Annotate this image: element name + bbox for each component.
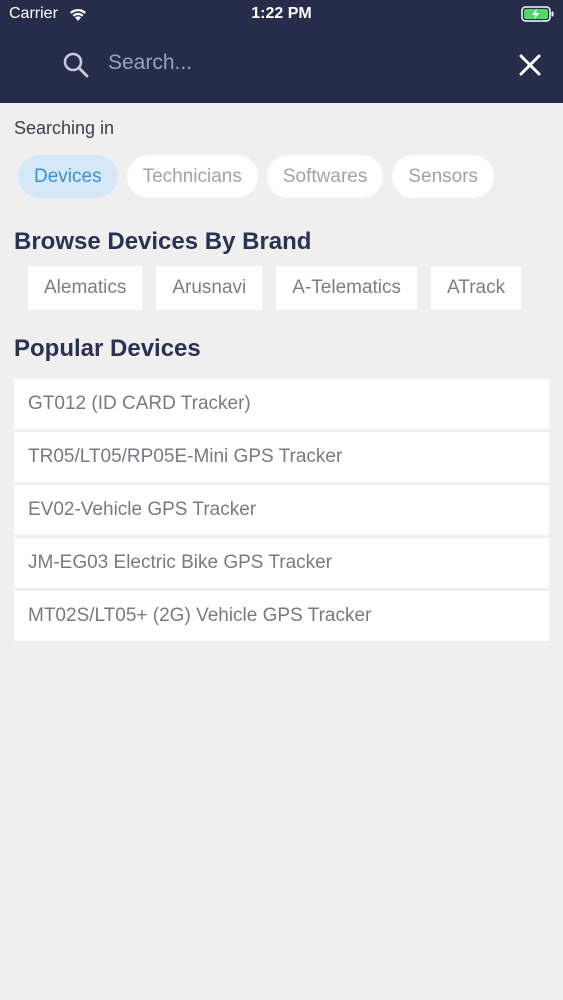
top-header: Carrier 1:22 PM — [0, 0, 563, 103]
brand-item-atrack[interactable]: ATrack — [431, 266, 522, 310]
searching-in-label: Searching in — [14, 118, 115, 138]
close-icon[interactable] — [518, 53, 542, 77]
brand-item-a-telematics[interactable]: A-Telematics — [276, 266, 418, 310]
search-scope-chips: Devices Technicians Softwares Sensors — [18, 155, 495, 198]
search-icon — [63, 52, 89, 78]
list-item[interactable]: EV02-Vehicle GPS Tracker — [14, 485, 549, 535]
brand-list: Alematics Arusnavi A-Telematics ATrack — [28, 266, 563, 310]
chip-sensors[interactable]: Sensors — [392, 155, 495, 198]
search-input[interactable] — [108, 46, 488, 80]
clock: 1:22 PM — [251, 5, 312, 22]
chip-softwares[interactable]: Softwares — [266, 155, 384, 198]
brand-item-arusnavi[interactable]: Arusnavi — [156, 266, 263, 310]
list-item[interactable]: GT012 (ID CARD Tracker) — [14, 379, 549, 429]
brand-item-alematics[interactable]: Alematics — [28, 266, 143, 310]
chip-devices[interactable]: Devices — [18, 155, 118, 198]
list-item[interactable]: MT02S/LT05+ (2G) Vehicle GPS Tracker — [14, 591, 549, 641]
browse-brands-title: Browse Devices By Brand — [14, 228, 312, 255]
list-item[interactable]: JM-EG03 Electric Bike GPS Tracker — [14, 538, 549, 588]
list-item[interactable]: TR05/LT05/RP05E-Mini GPS Tracker — [14, 432, 549, 482]
popular-devices-title: Popular Devices — [14, 335, 201, 362]
chip-technicians[interactable]: Technicians — [126, 155, 258, 198]
status-bar: Carrier 1:22 PM — [0, 0, 563, 30]
battery-charging-icon — [521, 6, 554, 22]
popular-devices-list: GT012 (ID CARD Tracker) TR05/LT05/RP05E-… — [14, 379, 549, 644]
